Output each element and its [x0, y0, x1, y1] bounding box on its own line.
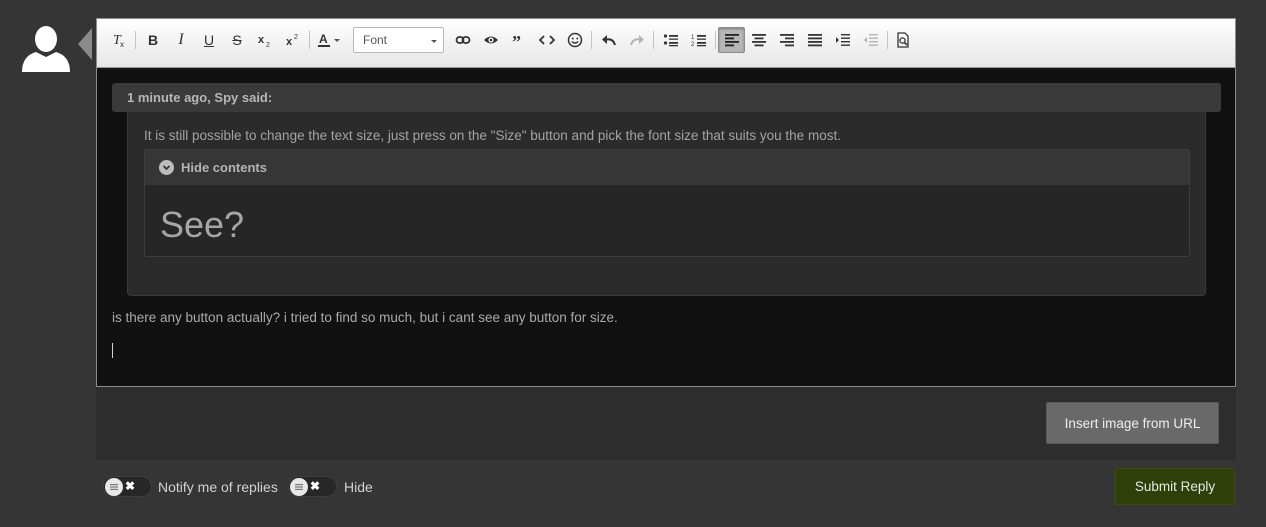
- justify-icon[interactable]: [803, 29, 827, 51]
- insert-image-from-url-button[interactable]: Insert image from URL: [1046, 402, 1219, 444]
- undo-icon[interactable]: [597, 29, 621, 51]
- align-center-icon[interactable]: [747, 29, 771, 51]
- italic-icon[interactable]: I: [169, 29, 193, 51]
- editor-toolbar: Tx B I U S x2 x2 A Font ” 1 2: [97, 19, 1235, 68]
- spoiler-toggle[interactable]: Hide contents: [145, 150, 1189, 185]
- svg-text:2: 2: [266, 42, 270, 48]
- chevron-down-icon: [159, 160, 174, 175]
- svg-text:1: 1: [691, 35, 695, 41]
- toggle-knob: [290, 478, 308, 496]
- speech-pointer: [78, 28, 92, 60]
- svg-text:2: 2: [294, 34, 298, 41]
- toolbar-separator: [653, 31, 654, 49]
- user-silhouette-icon: [22, 26, 70, 72]
- outdent-icon[interactable]: [859, 29, 883, 51]
- quote-block: It is still possible to change the text …: [127, 112, 1206, 296]
- numbered-list-icon[interactable]: 12: [687, 29, 711, 51]
- close-icon: ✖: [125, 479, 136, 493]
- bold-icon[interactable]: B: [141, 29, 165, 51]
- bulleted-list-icon[interactable]: [659, 29, 683, 51]
- redo-icon[interactable]: [625, 29, 649, 51]
- close-icon: ✖: [310, 479, 321, 493]
- user-avatar: [20, 24, 72, 72]
- align-left-icon[interactable]: [718, 27, 745, 53]
- hide-label: Hide: [344, 479, 373, 495]
- superscript-icon[interactable]: x2: [281, 29, 305, 51]
- text-cursor: [112, 343, 113, 358]
- spoiler-eye-icon[interactable]: [479, 29, 503, 51]
- spoiler-block: Hide contents See?: [144, 149, 1190, 257]
- subscript-icon[interactable]: x2: [253, 29, 277, 51]
- notify-replies-label: Notify me of replies: [158, 479, 278, 495]
- chevron-down-icon: [431, 40, 437, 43]
- attachment-area: Insert image from URL: [96, 387, 1236, 460]
- font-select[interactable]: Font: [353, 27, 444, 53]
- toolbar-separator: [591, 31, 592, 49]
- font-select-value: Font: [363, 33, 388, 47]
- reply-text: is there any button actually? i tried to…: [112, 310, 618, 325]
- svg-text:x: x: [286, 36, 293, 48]
- hide-toggle[interactable]: ✖: [288, 476, 337, 497]
- svg-text:”: ”: [512, 32, 521, 48]
- remove-format-icon[interactable]: Tx: [107, 29, 131, 51]
- quote-icon[interactable]: ”: [507, 29, 531, 51]
- underline-icon[interactable]: U: [197, 29, 221, 51]
- emoji-icon[interactable]: [563, 29, 587, 51]
- toolbar-separator: [715, 31, 716, 49]
- code-icon[interactable]: [535, 29, 559, 51]
- svg-text:x: x: [258, 34, 265, 46]
- link-icon[interactable]: [451, 29, 475, 51]
- toolbar-separator: [135, 31, 136, 49]
- strikethrough-icon[interactable]: S: [225, 29, 249, 51]
- svg-text:A: A: [319, 32, 328, 46]
- svg-text:x: x: [120, 40, 124, 48]
- spoiler-toggle-label: Hide contents: [181, 160, 267, 175]
- submit-reply-button[interactable]: Submit Reply: [1115, 468, 1235, 505]
- text-color-icon[interactable]: A: [315, 29, 345, 51]
- rich-text-editor: Tx B I U S x2 x2 A Font ” 1 2 1 minute a…: [96, 18, 1236, 387]
- align-right-icon[interactable]: [775, 29, 799, 51]
- toggle-knob: [105, 478, 123, 496]
- quote-text: It is still possible to change the text …: [144, 128, 841, 143]
- toolbar-separator: [887, 31, 888, 49]
- indent-icon[interactable]: [831, 29, 855, 51]
- quote-citation: 1 minute ago, Spy said:: [112, 83, 1221, 112]
- toolbar-separator: [309, 31, 310, 49]
- preview-icon[interactable]: [891, 29, 915, 51]
- editor-content[interactable]: 1 minute ago, Spy said: It is still poss…: [97, 68, 1235, 386]
- notify-replies-toggle[interactable]: ✖: [103, 476, 152, 497]
- svg-text:2: 2: [691, 42, 695, 48]
- spoiler-content: See?: [160, 204, 245, 245]
